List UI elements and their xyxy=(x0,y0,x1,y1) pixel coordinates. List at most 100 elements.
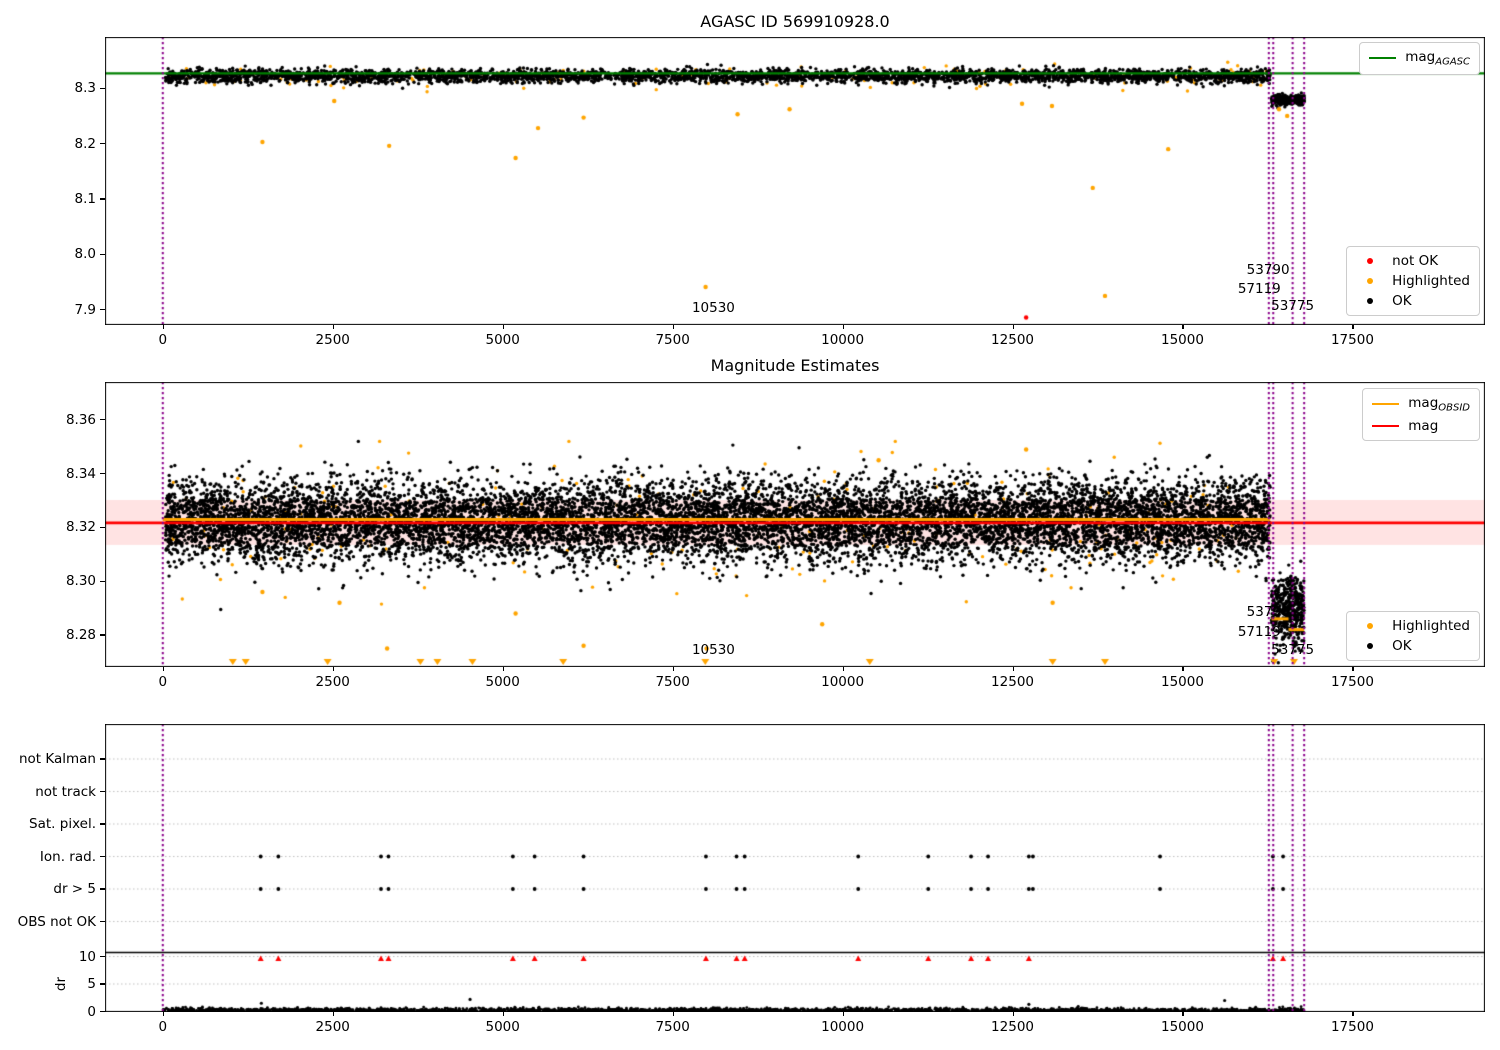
annotation-53775: 53775 xyxy=(1271,298,1315,315)
y-tickmark xyxy=(100,790,105,793)
annotation-53790: 53790 xyxy=(1246,604,1290,621)
y-tickmark xyxy=(100,87,105,89)
x-tickmark xyxy=(332,667,334,671)
legend-item-magobsid: magOBSID xyxy=(1372,395,1470,414)
legend-dot-swatch xyxy=(1366,623,1373,629)
y-tick-label: 7.9 xyxy=(74,301,96,318)
x-tick-label: 10000 xyxy=(821,1019,865,1035)
x-tickmark xyxy=(1012,1012,1014,1016)
y-tickmark xyxy=(100,1010,105,1013)
x-tick-label: 5000 xyxy=(485,674,520,690)
x-tick-label: 5000 xyxy=(485,1019,520,1035)
x-tickmark xyxy=(672,667,674,671)
x-tickmark xyxy=(1352,325,1354,329)
y-tickmark xyxy=(100,526,105,529)
y-tickmark xyxy=(100,473,105,475)
flag-row-label-obs-not-ok: OBS not OK xyxy=(17,913,96,930)
legend-label: not OK xyxy=(1392,253,1439,269)
legend-label-subscript: OBSID xyxy=(1438,402,1470,414)
y-tickmark xyxy=(100,855,105,858)
x-tick-label: 15000 xyxy=(1161,332,1204,348)
flag-row-label-not-track: not track xyxy=(35,783,96,800)
x-tick-label: 0 xyxy=(158,674,168,690)
x-tick-label: 7500 xyxy=(655,674,690,690)
annotation-10530: 10530 xyxy=(691,641,735,658)
flag-row-label-dr-5: dr > 5 xyxy=(53,881,96,897)
x-tick-label: 7500 xyxy=(655,1019,690,1035)
x-tickmark xyxy=(162,667,164,671)
y-tick-label: 8.0 xyxy=(74,246,96,263)
legend-box: not OK Highlighted OK xyxy=(1346,246,1480,316)
legend-item-not-ok: not OK xyxy=(1356,253,1470,269)
flag-row-label-ion-rad: Ion. rad. xyxy=(39,848,96,865)
legend-label: Highlighted xyxy=(1392,618,1470,634)
legend-item-magagasc: magAGASC xyxy=(1369,49,1470,68)
y-tick-label: 8.1 xyxy=(74,191,96,207)
x-tickmark xyxy=(1182,1012,1184,1016)
flag-row-label-sat-pixel: Sat. pixel. xyxy=(29,816,96,832)
x-tick-label: 15000 xyxy=(1161,674,1204,690)
legend-label: mag xyxy=(1408,417,1439,434)
y-tickmark xyxy=(100,634,105,636)
x-tick-label: 10000 xyxy=(821,332,865,348)
legend-dot-swatch xyxy=(1366,298,1373,304)
y-tick-label: 8.3 xyxy=(74,80,96,97)
x-tick-label: 0 xyxy=(158,1019,168,1035)
legend-item-highlighted: Highlighted xyxy=(1356,273,1470,289)
dr-tick-label: 5 xyxy=(87,976,96,992)
x-tick-label: 5000 xyxy=(485,332,520,348)
y-tick-label: 8.30 xyxy=(65,573,96,590)
x-tick-label: 2500 xyxy=(315,1019,350,1035)
y-tickmark xyxy=(100,580,105,582)
annotation-53790: 53790 xyxy=(1246,261,1290,278)
legend-dot-swatch xyxy=(1366,643,1373,649)
legend-line-swatch xyxy=(1369,57,1397,60)
y-tick-label: 8.34 xyxy=(65,465,96,482)
legend-dot-swatch xyxy=(1366,258,1373,264)
y-tick-label: 8.32 xyxy=(65,519,96,536)
annotation-10530: 10530 xyxy=(691,299,735,316)
legend-box: magAGASC xyxy=(1359,42,1480,75)
dr-tick-label: 0 xyxy=(87,1003,96,1020)
legend-box: Highlighted OK xyxy=(1346,611,1480,661)
x-tick-label: 17500 xyxy=(1330,674,1374,690)
axes-flags-dr-plot xyxy=(105,724,1485,1012)
legend-line-swatch xyxy=(1372,403,1400,406)
legend-dot-swatch xyxy=(1366,278,1373,284)
x-tick-label: 17500 xyxy=(1330,1019,1374,1035)
dr-tick-label: 10 xyxy=(78,948,96,965)
y-tick-label: 8.36 xyxy=(65,411,96,428)
x-tickmark xyxy=(162,325,164,329)
plot-title-agasc-id: AGASC ID 569910928.0 xyxy=(700,12,890,31)
canvas-flags-dr-plot xyxy=(105,724,1485,1012)
dr-axis-label: dr xyxy=(53,976,69,992)
x-tickmark xyxy=(842,325,844,329)
x-tick-label: 2500 xyxy=(315,674,350,690)
legend-item-ok: OK xyxy=(1356,293,1470,309)
x-tickmark xyxy=(672,1012,674,1016)
x-tick-label: 2500 xyxy=(315,332,350,348)
x-tick-label: 15000 xyxy=(1161,1019,1204,1035)
x-tickmark xyxy=(842,1012,844,1016)
x-tick-label: 12500 xyxy=(991,674,1035,690)
y-tickmark xyxy=(100,920,105,923)
legend-item-mag: mag xyxy=(1372,418,1470,434)
x-tickmark xyxy=(332,1012,334,1016)
y-tickmark xyxy=(100,143,105,145)
x-tickmark xyxy=(502,325,504,329)
x-tickmark xyxy=(502,1012,504,1016)
x-tickmark xyxy=(1012,667,1014,671)
x-tickmark xyxy=(1012,325,1014,329)
x-tickmark xyxy=(672,325,674,329)
x-tick-label: 10000 xyxy=(821,674,865,690)
legend-box: magOBSID mag xyxy=(1362,388,1480,441)
x-tickmark xyxy=(332,325,334,329)
x-tick-label: 0 xyxy=(158,332,168,348)
legend-label-subscript: AGASC xyxy=(1435,56,1470,68)
y-tickmark xyxy=(100,983,105,985)
annotation-57119: 57119 xyxy=(1237,280,1281,297)
x-tickmark xyxy=(1182,667,1184,671)
y-tickmark xyxy=(100,253,105,255)
legend-label: magOBSID xyxy=(1408,395,1470,414)
x-tickmark xyxy=(842,667,844,671)
